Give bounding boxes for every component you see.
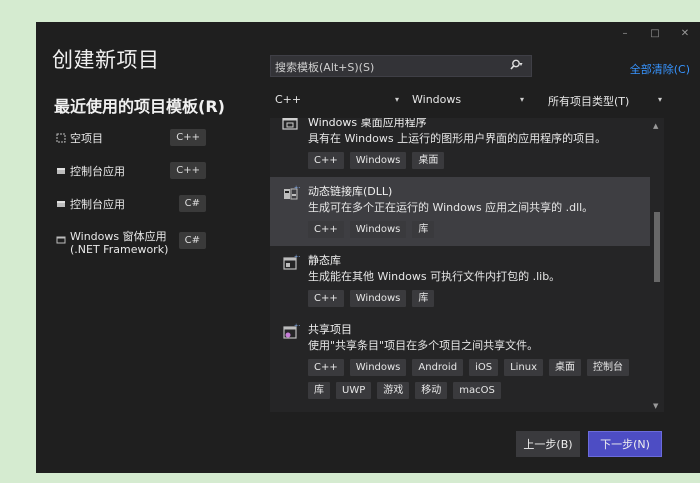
shared-project-icon: ++ <box>282 323 302 339</box>
maximize-button[interactable]: □ <box>640 22 670 44</box>
recent-item-console-app-csharp[interactable]: 控制台应用 C# <box>56 195 206 212</box>
language-badge: C++ <box>170 129 206 146</box>
template-tag: macOS <box>453 382 501 399</box>
template-tag: 库 <box>412 290 435 307</box>
recent-item-label-line1: Windows 窗体应用 <box>70 230 167 243</box>
template-tags: C++ Windows 库 <box>308 290 654 307</box>
template-description: 生成可在多个正在运行的 Windows 应用之间共享的 .dll。 <box>308 201 594 214</box>
minimize-button[interactable]: – <box>610 22 640 44</box>
language-badge: C# <box>178 232 206 249</box>
platform-filter-value: Windows <box>412 93 462 106</box>
template-tag: 移动 <box>415 382 448 399</box>
template-tag: 桌面 <box>549 359 582 376</box>
desktop-app-icon <box>282 118 300 132</box>
template-item-shared-project[interactable]: ++ 共享项目 使用"共享条目"项目在多个项目之间共享文件。 C++ Windo… <box>270 315 664 407</box>
template-description: 使用"共享条目"项目在多个项目之间共享文件。 <box>308 339 539 352</box>
template-item-windows-desktop[interactable]: Windows 桌面应用程序 具有在 Windows 上运行的图形用户界面的应用… <box>270 118 664 177</box>
recent-item-console-app-cpp[interactable]: 控制台应用 C++ <box>56 162 206 179</box>
template-description: 生成能在其他 Windows 可执行文件内打包的 .lib。 <box>308 270 561 283</box>
template-item-dll[interactable]: ++ 动态链接库(DLL) 生成可在多个正在运行的 Windows 应用之间共享… <box>270 177 664 246</box>
language-filter-value: C++ <box>275 93 302 106</box>
chevron-down-icon: ▾ <box>520 95 525 104</box>
chevron-down-icon: ▾ <box>658 95 663 104</box>
template-tag: Windows <box>349 290 407 307</box>
next-button[interactable]: 下一步(N) <box>588 431 662 457</box>
language-filter[interactable]: C++ ▾ <box>275 93 405 109</box>
template-results-list: Windows 桌面应用程序 具有在 Windows 上运行的图形用户界面的应用… <box>270 118 664 412</box>
template-tag: C++ <box>308 359 344 376</box>
template-tags: C++ Windows Android iOS Linux 桌面 控制台 库 U… <box>308 359 654 399</box>
template-tag: Windows <box>349 152 407 169</box>
template-tag: Windows <box>349 221 407 238</box>
template-tags: C++ Windows 库 <box>308 221 654 238</box>
recent-item-label: 控制台应用 <box>70 198 125 211</box>
template-tag: iOS <box>469 359 499 376</box>
results-scrollbar[interactable]: ▲ ▼ <box>650 118 664 412</box>
template-name: 动态链接库(DLL) <box>308 185 393 198</box>
template-tag: UWP <box>336 382 372 399</box>
project-type-filter[interactable]: 所有项目类型(T) ▾ <box>548 93 666 109</box>
template-tag: Windows <box>349 359 407 376</box>
recent-templates-heading: 最近使用的项目模板(R) <box>54 97 225 116</box>
project-type-filter-value: 所有项目类型(T) <box>548 95 630 108</box>
dll-icon: ++ <box>282 185 302 201</box>
template-name: Windows 桌面应用程序 <box>308 118 427 129</box>
console-app-icon <box>56 199 70 212</box>
language-badge: C# <box>178 195 206 212</box>
console-app-icon <box>56 166 70 179</box>
svg-text:++: ++ <box>294 185 300 191</box>
search-icon[interactable]: ▾ <box>509 59 523 74</box>
template-name: 静态库 <box>308 254 341 267</box>
template-tags: C++ Windows 桌面 <box>308 152 654 169</box>
clear-all-link[interactable]: 全部清除(C) <box>630 61 690 77</box>
create-project-dialog: – □ ✕ 创建新项目 最近使用的项目模板(R) 空项目 C++ 控制台应用 C… <box>36 22 700 473</box>
template-tag: C++ <box>308 290 344 307</box>
template-tag: Android <box>412 359 464 376</box>
recent-item-empty-project[interactable]: 空项目 C++ <box>56 129 206 146</box>
back-button[interactable]: 上一步(B) <box>516 431 580 457</box>
recent-templates-list: 空项目 C++ 控制台应用 C++ 控制台应用 C# Windows 窗体应用 … <box>56 129 206 256</box>
template-tag: 库 <box>412 221 435 238</box>
recent-item-label-line2: (.NET Framework) <box>70 243 169 256</box>
search-options-chevron-icon: ▾ <box>520 61 523 68</box>
window-controls: – □ ✕ <box>610 22 700 44</box>
windows-forms-icon <box>56 235 70 248</box>
page-title: 创建新项目 <box>52 48 160 72</box>
svg-text:++: ++ <box>294 323 300 329</box>
recent-item-label: 空项目 <box>70 132 103 145</box>
scrollbar-thumb[interactable] <box>654 212 660 282</box>
template-tag: 桌面 <box>412 152 445 169</box>
template-tag: C++ <box>308 152 344 169</box>
scroll-up-icon[interactable]: ▲ <box>653 122 658 130</box>
chevron-down-icon: ▾ <box>395 95 400 104</box>
close-button[interactable]: ✕ <box>670 22 700 44</box>
template-tag: C++ <box>308 221 344 238</box>
template-name: 共享项目 <box>308 323 352 336</box>
template-item-static-lib[interactable]: ++ 静态库 生成能在其他 Windows 可执行文件内打包的 .lib。 C+… <box>270 246 664 315</box>
recent-item-label: Windows 窗体应用 (.NET Framework) <box>70 230 168 256</box>
template-tag: 控制台 <box>587 359 630 376</box>
language-badge: C++ <box>170 162 206 179</box>
search-box[interactable]: ▾ <box>270 55 532 78</box>
scroll-down-icon[interactable]: ▼ <box>653 402 658 410</box>
platform-filter[interactable]: Windows ▾ <box>412 93 530 109</box>
template-tag: Linux <box>504 359 544 376</box>
recent-item-label: 控制台应用 <box>70 165 125 178</box>
template-tag: 游戏 <box>377 382 410 399</box>
empty-project-icon <box>56 133 70 146</box>
template-tag: 库 <box>308 382 330 399</box>
template-description: 具有在 Windows 上运行的图形用户界面的应用程序的项目。 <box>308 132 607 145</box>
static-lib-icon: ++ <box>282 254 302 270</box>
svg-text:++: ++ <box>294 254 300 260</box>
search-input[interactable] <box>271 57 491 78</box>
recent-item-windows-forms[interactable]: Windows 窗体应用 (.NET Framework) C# <box>56 230 206 256</box>
